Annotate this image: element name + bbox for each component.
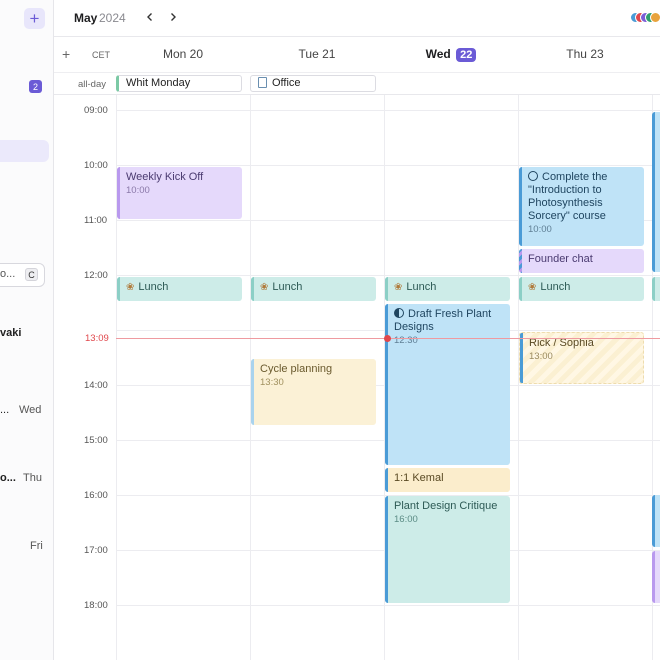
- event-cycle-planning[interactable]: Cycle planning 13:30: [251, 359, 376, 425]
- previous-week-button[interactable]: [142, 9, 158, 25]
- next-week-button[interactable]: [165, 9, 181, 25]
- sidebar-item-day: Fri: [30, 540, 43, 552]
- time-label: 17:00: [84, 545, 108, 556]
- add-timezone-button[interactable]: +: [62, 46, 70, 62]
- day-header-mon[interactable]: Mon 20: [116, 47, 250, 61]
- all-day-event[interactable]: Whit Monday: [116, 75, 242, 92]
- time-label: 09:00: [84, 105, 108, 116]
- week-grid[interactable]: 09:00 10:00 11:00 12:00 14:00 15:00 16:0…: [54, 95, 660, 660]
- month-title: May: [74, 11, 98, 25]
- all-day-label: all-day: [78, 79, 106, 90]
- today-badge: 22: [456, 48, 477, 62]
- event-plant-design-critique[interactable]: Plant Design Critique 16:00: [385, 496, 510, 603]
- avatar[interactable]: [650, 12, 660, 23]
- sidebar-search-text: o...: [0, 268, 16, 280]
- event-lunch[interactable]: ❀ Lunch: [385, 277, 510, 301]
- event-time: 10:00: [528, 224, 552, 235]
- sidebar-item-label[interactable]: o...: [0, 472, 16, 484]
- time-label: 10:00: [84, 160, 108, 171]
- new-event-button[interactable]: +: [24, 8, 45, 29]
- day-header-thu[interactable]: Thu 23: [518, 47, 652, 61]
- day-header-tue[interactable]: Tue 21: [250, 47, 384, 61]
- calendar-header: May 2024: [54, 0, 660, 37]
- sidebar-item-day: Thu: [23, 472, 42, 484]
- time-label: 18:00: [84, 600, 108, 611]
- event-title: Weekly Kick Off: [126, 171, 204, 183]
- year-title: 2024: [99, 11, 126, 25]
- time-label: 15:00: [84, 435, 108, 446]
- all-day-event[interactable]: Office: [250, 75, 376, 92]
- sidebar-item-label[interactable]: vaki: [0, 327, 21, 339]
- event-time: 13:30: [260, 377, 284, 388]
- event-cropped[interactable]: [652, 277, 660, 301]
- pretzel-icon: ❀: [394, 282, 403, 293]
- chevron-right-icon: [171, 13, 176, 21]
- event-lunch[interactable]: ❀ Lunch: [251, 277, 376, 301]
- event-title: Cycle planning: [260, 363, 333, 375]
- event-title: Lunch: [540, 281, 571, 293]
- event-complete-course[interactable]: Complete the "Introduction to Photosynth…: [519, 167, 644, 246]
- time-label: 11:00: [84, 215, 108, 226]
- shortcut-key-badge: C: [25, 268, 38, 281]
- event-title: Lunch: [272, 281, 303, 293]
- all-day-row: all-day Whit Monday Office: [54, 73, 660, 95]
- event-lunch[interactable]: ❀ Lunch: [519, 277, 644, 301]
- time-label: 14:00: [84, 380, 108, 391]
- event-title: Complete the "Introduction to Photosynth…: [528, 171, 608, 222]
- event-title: Lunch: [138, 281, 169, 293]
- event-1-1-kemal[interactable]: 1:1 Kemal: [385, 468, 510, 492]
- event-time: 12:30: [394, 335, 418, 346]
- event-founder-chat[interactable]: Founder chat: [519, 249, 644, 273]
- pretzel-icon: ❀: [126, 282, 135, 293]
- sidebar-item-label[interactable]: ...: [0, 404, 9, 416]
- current-time-dot: [384, 335, 391, 342]
- office-doc-icon: [258, 77, 267, 88]
- left-sidebar: + 2 o... C vaki ... Wed o... Thu Fri: [0, 0, 54, 660]
- event-title: Plant Design Critique: [394, 500, 498, 512]
- notification-badge: 2: [29, 80, 42, 93]
- time-label: 12:00: [84, 270, 108, 281]
- pretzel-icon: ❀: [528, 282, 537, 293]
- event-cropped[interactable]: [652, 112, 660, 272]
- event-title: Draft Fresh Plant Designs: [394, 308, 492, 333]
- event-cropped[interactable]: [652, 551, 660, 603]
- pretzel-icon: ❀: [260, 282, 269, 293]
- event-title: 1:1 Kemal: [394, 472, 444, 484]
- event-time: 13:00: [529, 351, 553, 362]
- time-label: 16:00: [84, 490, 108, 501]
- current-time-label: 13:09: [85, 333, 109, 344]
- participant-avatars[interactable]: [630, 12, 660, 24]
- event-lunch[interactable]: ❀ Lunch: [117, 277, 242, 301]
- day-header-row: + CET Mon 20 Tue 21 Wed 22 Thu 23: [54, 37, 660, 73]
- event-title: Founder chat: [528, 253, 593, 265]
- half-circle-icon: [394, 308, 404, 318]
- event-cropped[interactable]: [652, 495, 660, 547]
- event-time: 10:00: [126, 185, 150, 196]
- sidebar-selected-item[interactable]: [0, 140, 49, 162]
- event-time: 16:00: [394, 514, 418, 525]
- timezone-label: CET: [92, 50, 110, 60]
- sidebar-item-day: Wed: [19, 404, 42, 416]
- circle-task-icon: [528, 171, 538, 181]
- event-rick-sophia[interactable]: Rick / Sophia 13:00: [519, 332, 644, 384]
- event-draft-fresh-plant-designs[interactable]: Draft Fresh Plant Designs 12:30: [385, 304, 510, 465]
- day-header-wed[interactable]: Wed 22: [384, 47, 518, 62]
- event-weekly-kick-off[interactable]: Weekly Kick Off 10:00: [117, 167, 242, 219]
- event-title: Lunch: [406, 281, 437, 293]
- chevron-left-icon: [147, 13, 152, 21]
